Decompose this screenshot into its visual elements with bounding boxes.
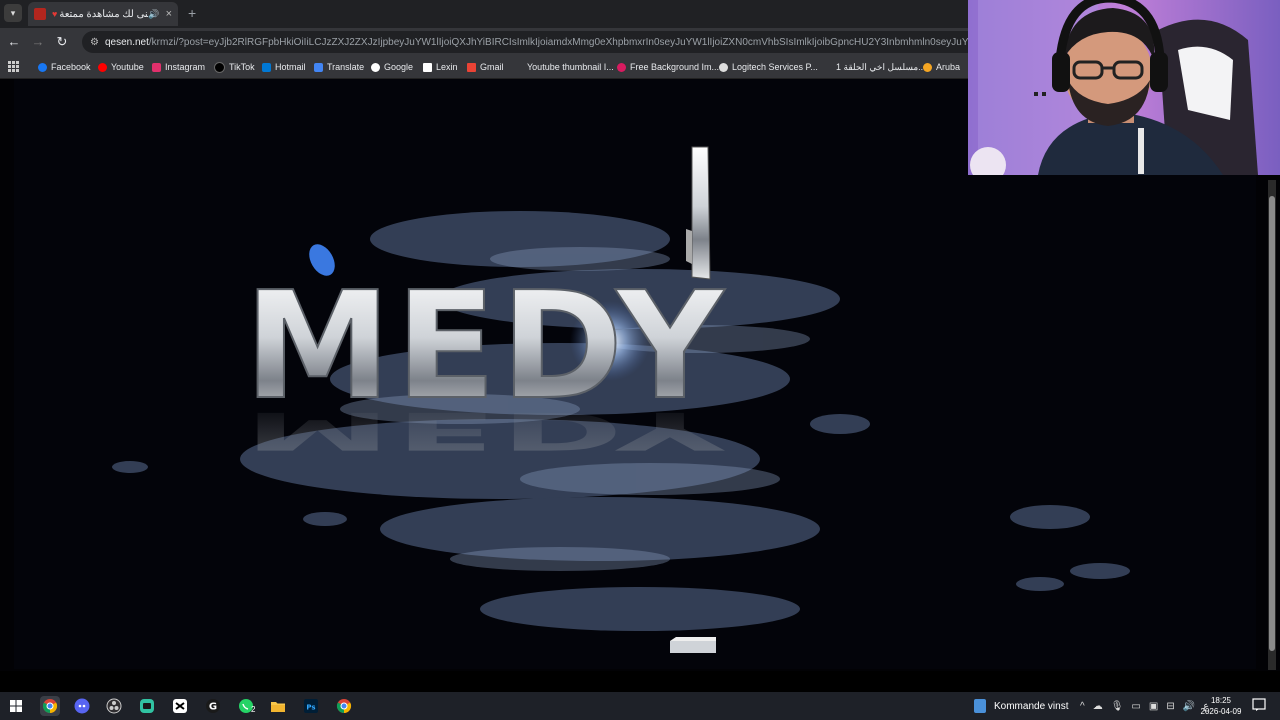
- url-host: qesen.net: [104, 36, 149, 48]
- back-button[interactable]: ←: [6, 34, 22, 50]
- svg-text:Ps: Ps: [306, 704, 315, 712]
- chrome-icon[interactable]: [40, 696, 60, 716]
- cloud-icon[interactable]: ☁: [1093, 701, 1103, 712]
- bookmark-aruba[interactable]: Aruba: [923, 60, 960, 74]
- heart-icon: ♥: [52, 9, 58, 19]
- bookmark-translate[interactable]: Translate: [314, 60, 364, 74]
- webcam-overlay: [968, 0, 1280, 175]
- document-icon: [974, 699, 986, 713]
- url-path: /krmzi/?post=eyJjb2RlRGFpbHkiOiIiLCJzZXJ…: [148, 36, 982, 48]
- site-favicon-icon: [34, 8, 46, 20]
- whatsapp-icon[interactable]: 2: [236, 696, 256, 716]
- site-info-icon[interactable]: ⚙: [90, 37, 99, 48]
- video-title-reflection: MEDY: [244, 400, 728, 460]
- chevron-up-icon[interactable]: ^: [1080, 701, 1085, 712]
- google-icon: [371, 62, 380, 72]
- chevron-down-icon: ▾: [10, 7, 16, 18]
- translate-icon: [314, 62, 323, 72]
- bookmark-instagram[interactable]: Instagram: [152, 60, 205, 74]
- bookmark-facebook[interactable]: Facebook: [38, 60, 91, 74]
- taskbar-notification[interactable]: Kommande vinst: [974, 692, 1068, 720]
- clock-time: 18:25: [1210, 696, 1232, 705]
- browser-tab[interactable]: ♥ تتمنى لك مشاهدة ممتعة 🔊 ×: [28, 2, 178, 26]
- bookmark-arabic-series[interactable]: مسلسل اخي الحلقة 1...: [836, 60, 926, 74]
- bookmark-tiktok[interactable]: TikTok: [214, 60, 255, 74]
- bookmark-google[interactable]: Google: [371, 60, 413, 74]
- windows-start-icon[interactable]: [6, 696, 26, 716]
- page-scrollbar[interactable]: [1268, 180, 1276, 670]
- pixabay-icon: [617, 62, 626, 72]
- tab-title: تتمنى لك مشاهدة ممتعة: [59, 8, 148, 20]
- webcam-feed: [968, 0, 1280, 175]
- reload-button[interactable]: ↻: [54, 34, 70, 50]
- system-tray: ^ ☁ 🎙 ▭ ▣ ⊟ 🔊 ع: [1080, 692, 1209, 720]
- g-hub-icon[interactable]: G: [203, 696, 223, 716]
- bookmark-logitech[interactable]: Logitech Services P...: [719, 60, 818, 74]
- clock[interactable]: 18:25 2026-04-09: [1198, 695, 1244, 717]
- network-icon[interactable]: ⊟: [1166, 701, 1174, 712]
- tab-search-button[interactable]: ▾: [4, 4, 22, 22]
- notification-center-icon[interactable]: [1252, 698, 1266, 712]
- display-icon[interactable]: ▣: [1149, 701, 1158, 712]
- capcut-icon[interactable]: [170, 696, 190, 716]
- obs-icon[interactable]: [104, 696, 124, 716]
- lexin-icon: [423, 62, 432, 72]
- photoshop-icon[interactable]: Ps: [301, 696, 321, 716]
- speaker-icon[interactable]: 🔊: [148, 9, 159, 20]
- facebook-icon: [38, 62, 47, 72]
- scrollbar-thumb[interactable]: [1269, 196, 1275, 651]
- svg-text:G: G: [209, 702, 217, 713]
- microphone-icon[interactable]: 🎙: [1111, 701, 1124, 712]
- streamlabs-icon[interactable]: [137, 696, 157, 716]
- battery-icon[interactable]: ▭: [1131, 701, 1140, 712]
- file-explorer-icon[interactable]: [268, 696, 288, 716]
- youtube-icon: [98, 62, 107, 72]
- bookmark-hotmail[interactable]: Hotmail: [262, 60, 306, 74]
- clock-date: 2026-04-09: [1200, 707, 1242, 716]
- tiktok-icon: [214, 61, 225, 73]
- bookmark-youtube[interactable]: Youtube: [98, 60, 144, 74]
- aruba-icon: [923, 62, 932, 72]
- discord-icon[interactable]: [72, 696, 92, 716]
- logitech-icon: [719, 62, 728, 72]
- notification-text: Kommande vinst: [994, 700, 1069, 712]
- bookmark-gmail[interactable]: Gmail: [467, 60, 504, 74]
- outlook-icon: [262, 62, 271, 72]
- forward-button[interactable]: →: [30, 34, 46, 50]
- bookmark-youtube-thumbnail[interactable]: Youtube thumbnail I...: [527, 60, 614, 74]
- volume-icon[interactable]: 🔊: [1183, 701, 1195, 712]
- whatsapp-badge: 2: [251, 705, 256, 714]
- gmail-icon: [467, 62, 476, 72]
- new-tab-button[interactable]: +: [188, 5, 196, 21]
- bookmark-free-background[interactable]: Free Background Im...: [617, 60, 719, 74]
- address-bar[interactable]: ⚙ qesen.net/krmzi/?post=eyJjb2RlRGFpbHki…: [82, 31, 982, 53]
- windows-taskbar: G 2 Ps Kommande vinst ^ ☁ 🎙 ▭ ▣ ⊟ 🔊 ع 18…: [0, 692, 1280, 720]
- chrome-alt-icon[interactable]: [334, 696, 354, 716]
- bookmark-lexin[interactable]: Lexin: [423, 60, 458, 74]
- apps-grid-icon[interactable]: [8, 61, 19, 72]
- close-tab-icon[interactable]: ×: [166, 8, 172, 20]
- instagram-icon: [152, 62, 161, 72]
